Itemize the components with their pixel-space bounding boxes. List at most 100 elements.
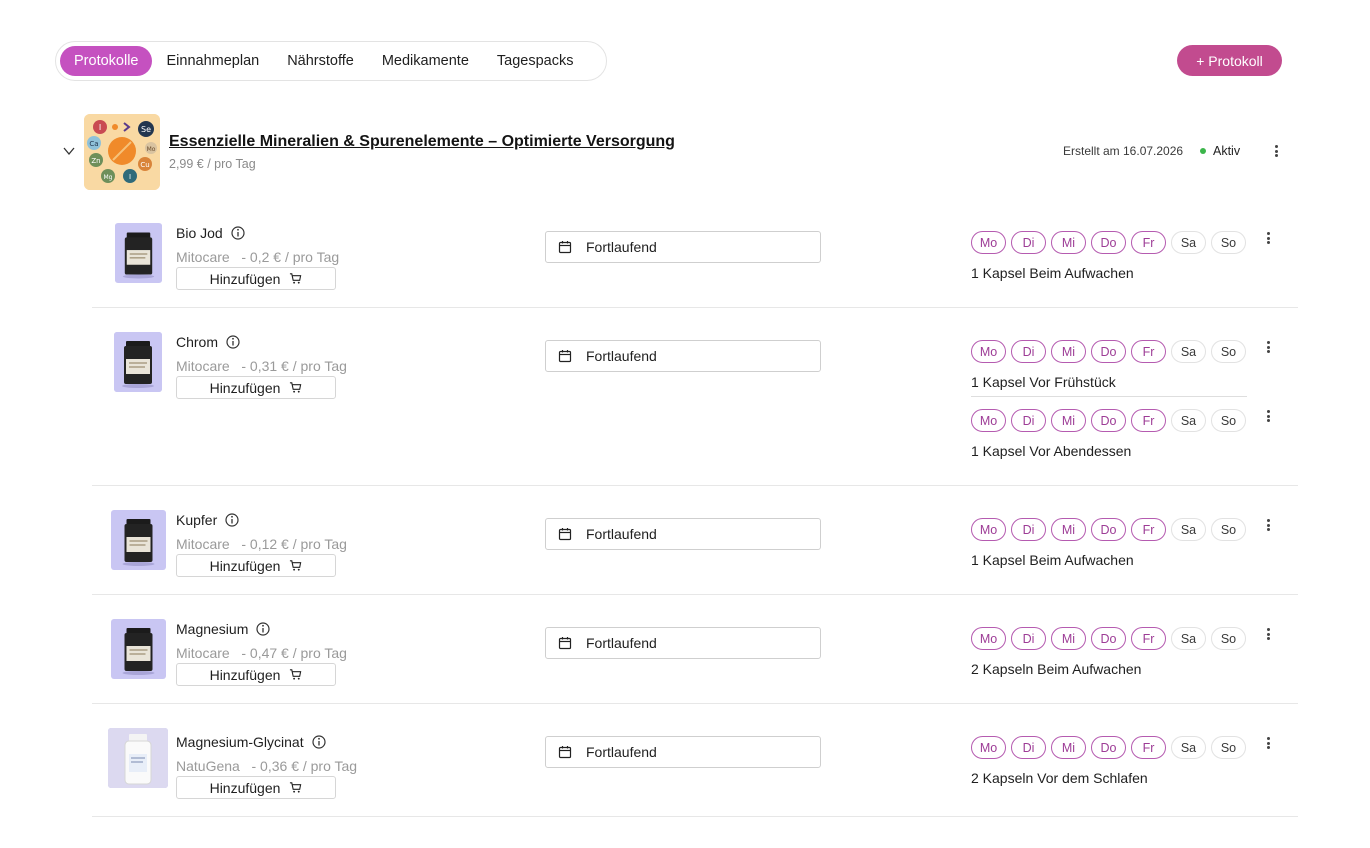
day-toggle-so[interactable]: So xyxy=(1211,340,1246,363)
tab-naehrstoffe[interactable]: Nährstoffe xyxy=(273,46,368,76)
product-image[interactable] xyxy=(115,223,162,283)
day-toggle-so[interactable]: So xyxy=(1211,736,1246,759)
product-price: - 0,12 € / pro Tag xyxy=(241,536,347,552)
day-toggle-do[interactable]: Do xyxy=(1091,627,1126,650)
day-toggle-di[interactable]: Di xyxy=(1011,518,1046,541)
day-toggle-do[interactable]: Do xyxy=(1091,518,1126,541)
schedule-more-menu-icon[interactable] xyxy=(1262,230,1274,246)
day-toggle-mi[interactable]: Mi xyxy=(1051,736,1086,759)
day-toggle-so[interactable]: So xyxy=(1211,231,1246,254)
add-to-cart-button[interactable]: Hinzufügen xyxy=(176,554,336,577)
add-to-cart-button[interactable]: Hinzufügen xyxy=(176,776,336,799)
info-icon[interactable] xyxy=(256,622,270,636)
svg-text:I: I xyxy=(99,123,101,132)
add-protocol-button[interactable]: + Protokoll xyxy=(1177,45,1282,76)
schedule-more-menu-icon[interactable] xyxy=(1262,735,1274,751)
product-image[interactable] xyxy=(114,332,162,392)
day-toggle-mo[interactable]: Mo xyxy=(971,231,1006,254)
product-name[interactable]: Magnesium-Glycinat xyxy=(176,734,304,750)
add-to-cart-button[interactable]: Hinzufügen xyxy=(176,267,336,290)
info-icon[interactable] xyxy=(226,335,240,349)
tab-tagespacks[interactable]: Tagespacks xyxy=(483,46,588,76)
day-toggle-fr[interactable]: Fr xyxy=(1131,518,1166,541)
protocol-title[interactable]: Essenzielle Mineralien & Spurenelemente … xyxy=(169,133,675,151)
day-toggle-mo[interactable]: Mo xyxy=(971,736,1006,759)
product-name[interactable]: Kupfer xyxy=(176,512,217,528)
product-name[interactable]: Magnesium xyxy=(176,621,248,637)
day-toggle-sa[interactable]: Sa xyxy=(1171,231,1206,254)
day-toggle-sa[interactable]: Sa xyxy=(1171,518,1206,541)
info-icon[interactable] xyxy=(225,513,239,527)
protocol-image: I Se Ca Mo Zn Cu Mg I xyxy=(84,114,160,190)
day-toggle-so[interactable]: So xyxy=(1211,518,1246,541)
add-button-label: Hinzufügen xyxy=(209,779,281,796)
add-to-cart-button[interactable]: Hinzufügen xyxy=(176,663,336,686)
schedule-more-menu-icon[interactable] xyxy=(1262,626,1274,642)
product-brand: Mitocare xyxy=(176,358,230,374)
day-toggle-di[interactable]: Di xyxy=(1011,409,1046,432)
day-toggle-sa[interactable]: Sa xyxy=(1171,340,1206,363)
calendar-icon xyxy=(558,746,572,759)
tab-einnahmeplan[interactable]: Einnahmeplan xyxy=(152,46,273,76)
day-toggle-di[interactable]: Di xyxy=(1011,736,1046,759)
day-toggle-mi[interactable]: Mi xyxy=(1051,231,1086,254)
product-brand: Mitocare xyxy=(176,536,230,552)
chevron-down-icon[interactable] xyxy=(62,144,76,158)
duration-field[interactable]: Fortlaufend xyxy=(545,736,821,768)
product-image[interactable] xyxy=(111,510,166,570)
day-toggle-fr[interactable]: Fr xyxy=(1131,231,1166,254)
schedule-more-menu-icon[interactable] xyxy=(1262,339,1274,355)
day-toggle-di[interactable]: Di xyxy=(1011,340,1046,363)
day-toggle-mi[interactable]: Mi xyxy=(1051,409,1086,432)
info-icon[interactable] xyxy=(312,735,326,749)
day-toggle-mi[interactable]: Mi xyxy=(1051,627,1086,650)
add-button-label: Hinzufügen xyxy=(209,666,281,683)
info-icon[interactable] xyxy=(231,226,245,240)
schedule-more-menu-icon[interactable] xyxy=(1262,517,1274,533)
duration-field[interactable]: Fortlaufend xyxy=(545,518,821,550)
svg-text:I: I xyxy=(129,173,131,181)
product-image[interactable] xyxy=(108,728,168,788)
day-toggle-do[interactable]: Do xyxy=(1091,231,1126,254)
product-image[interactable] xyxy=(111,619,166,679)
day-toggle-sa[interactable]: Sa xyxy=(1171,409,1206,432)
protocol-more-menu-icon[interactable] xyxy=(1270,143,1282,159)
day-toggle-so[interactable]: So xyxy=(1211,627,1246,650)
duration-field[interactable]: Fortlaufend xyxy=(545,231,821,263)
schedule-more-menu-icon[interactable] xyxy=(1262,408,1274,424)
day-toggle-mi[interactable]: Mi xyxy=(1051,340,1086,363)
row-divider xyxy=(92,594,1298,595)
add-to-cart-button[interactable]: Hinzufügen xyxy=(176,376,336,399)
product-meta: Mitocare - 0,31 € / pro Tag xyxy=(176,358,347,374)
day-toggle-mo[interactable]: Mo xyxy=(971,627,1006,650)
day-toggle-fr[interactable]: Fr xyxy=(1131,409,1166,432)
day-toggle-do[interactable]: Do xyxy=(1091,736,1126,759)
row-divider xyxy=(92,703,1298,704)
duration-label: Fortlaufend xyxy=(586,744,657,760)
day-toggle-do[interactable]: Do xyxy=(1091,409,1126,432)
duration-field[interactable]: Fortlaufend xyxy=(545,340,821,372)
day-toggle-sa[interactable]: Sa xyxy=(1171,736,1206,759)
duration-field[interactable]: Fortlaufend xyxy=(545,627,821,659)
day-toggle-mo[interactable]: Mo xyxy=(971,409,1006,432)
day-toggle-mi[interactable]: Mi xyxy=(1051,518,1086,541)
day-toggle-fr[interactable]: Fr xyxy=(1131,627,1166,650)
add-button-label: Hinzufügen xyxy=(209,270,281,287)
calendar-icon xyxy=(558,528,572,541)
tab-medikamente[interactable]: Medikamente xyxy=(368,46,483,76)
svg-text:Cu: Cu xyxy=(140,161,149,169)
status-badge: Aktiv xyxy=(1200,144,1240,158)
day-toggle-di[interactable]: Di xyxy=(1011,627,1046,650)
day-toggle-sa[interactable]: Sa xyxy=(1171,627,1206,650)
day-toggle-so[interactable]: So xyxy=(1211,409,1246,432)
product-name[interactable]: Bio Jod xyxy=(176,225,223,241)
dose-instruction: 2 Kapseln Vor dem Schlafen xyxy=(971,770,1148,786)
tab-protokolle[interactable]: Protokolle xyxy=(60,46,153,76)
day-toggle-di[interactable]: Di xyxy=(1011,231,1046,254)
day-toggle-mo[interactable]: Mo xyxy=(971,518,1006,541)
day-toggle-mo[interactable]: Mo xyxy=(971,340,1006,363)
day-toggle-fr[interactable]: Fr xyxy=(1131,736,1166,759)
day-toggle-do[interactable]: Do xyxy=(1091,340,1126,363)
day-toggle-fr[interactable]: Fr xyxy=(1131,340,1166,363)
product-name[interactable]: Chrom xyxy=(176,334,218,350)
